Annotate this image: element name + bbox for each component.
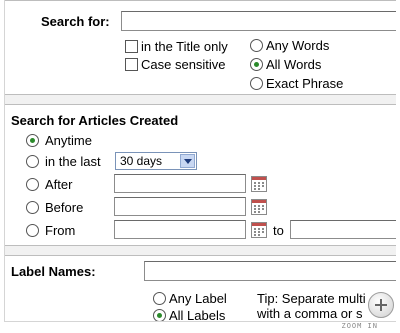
from-radio[interactable]: [26, 224, 39, 237]
in-the-last-label: in the last: [45, 154, 101, 169]
search-form: Search for: in the Title only Case sensi…: [4, 0, 396, 322]
exact-phrase-radio[interactable]: [250, 77, 263, 90]
zoom-label: ZOOM IN: [341, 322, 378, 330]
before-date-input[interactable]: [114, 197, 246, 216]
created-panel: Search for Articles Created Anytime in t…: [5, 104, 396, 246]
all-words-label: All Words: [266, 57, 322, 72]
before-label: Before: [45, 200, 84, 215]
search-label: Search for:: [41, 14, 110, 29]
any-label-label: Any Label: [169, 291, 227, 306]
tip-text-line2: with a comma or s: [257, 306, 363, 321]
chevron-down-icon[interactable]: [180, 154, 195, 168]
any-label-radio[interactable]: [153, 292, 166, 305]
anytime-label: Anytime: [45, 133, 92, 148]
all-labels-radio[interactable]: [153, 309, 166, 321]
calendar-icon[interactable]: [251, 176, 267, 192]
panel-gap: [5, 246, 396, 255]
search-input[interactable]: [121, 11, 396, 31]
after-label: After: [45, 177, 73, 192]
panel-gap: [5, 95, 396, 104]
created-heading: Search for Articles Created: [11, 113, 179, 128]
label-names-input[interactable]: [144, 261, 396, 281]
after-date-input[interactable]: [114, 174, 246, 193]
all-labels-label: All Labels: [169, 308, 226, 322]
tip-text-line1: Tip: Separate multi: [257, 291, 366, 306]
to-date-input[interactable]: [290, 220, 396, 239]
exact-phrase-label: Exact Phrase: [266, 76, 344, 91]
zoom-in-icon[interactable]: [368, 292, 394, 318]
case-sensitive-label: Case sensitive: [141, 57, 226, 72]
in-the-last-radio[interactable]: [26, 155, 39, 168]
before-radio[interactable]: [26, 201, 39, 214]
calendar-icon[interactable]: [251, 222, 267, 238]
from-date-input[interactable]: [114, 220, 246, 239]
any-words-radio[interactable]: [250, 39, 263, 52]
after-radio[interactable]: [26, 178, 39, 191]
calendar-icon[interactable]: [251, 199, 267, 215]
labels-panel: Label Names: Any Label All Labels Tip: S…: [5, 255, 396, 322]
period-select[interactable]: 30 days: [115, 152, 197, 170]
period-select-value: 30 days: [120, 154, 163, 168]
all-words-radio[interactable]: [250, 58, 263, 71]
title-only-checkbox[interactable]: [125, 40, 138, 53]
labels-heading: Label Names:: [11, 264, 96, 279]
search-panel: Search for: in the Title only Case sensi…: [5, 0, 396, 95]
case-sensitive-checkbox[interactable]: [125, 58, 138, 71]
any-words-label: Any Words: [266, 38, 330, 53]
to-label: to: [273, 223, 284, 238]
anytime-radio[interactable]: [26, 134, 39, 147]
title-only-label: in the Title only: [141, 39, 228, 54]
from-label: From: [45, 223, 76, 238]
